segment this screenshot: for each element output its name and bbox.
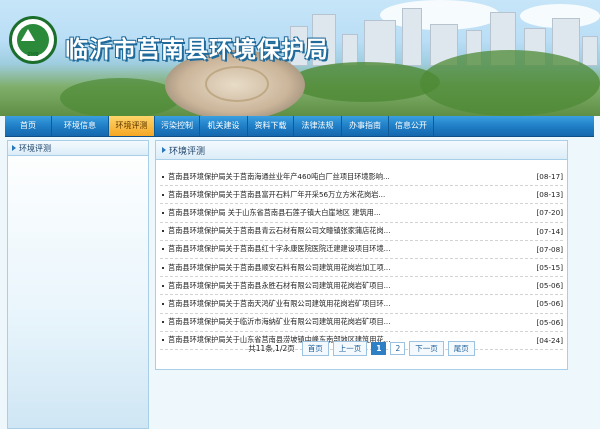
article-date: [05-15] [536, 263, 564, 273]
nav-item-service-guide[interactable]: 办事指南 [342, 116, 389, 136]
bullet-icon [162, 266, 164, 269]
plaza-fountain [205, 66, 269, 102]
bullet-icon [162, 175, 164, 178]
list-item[interactable]: 莒南县环境保护局关于莒南县顺安石料有限公司建筑用花岗岩加工项... [05-15] [160, 259, 564, 278]
arrow-right-icon [162, 147, 166, 153]
park-greenery [420, 50, 600, 116]
bullet-icon [162, 248, 164, 251]
prev-page-button[interactable]: 上一页 [332, 341, 368, 356]
arrow-right-icon [12, 145, 16, 151]
park-greenery [290, 62, 440, 102]
list-item[interactable]: 莒南县环境保护局关于临沂市海纳矿业有限公司建筑用花岗岩矿项目... [05-06] [160, 314, 563, 332]
bullet-icon [162, 321, 164, 324]
environment-bureau-logo: ZHB [9, 16, 57, 64]
sidebar-heading-label: 环境评测 [19, 143, 51, 153]
first-page-button[interactable]: 首页 [301, 341, 329, 356]
sidebar: 环境评测 [7, 140, 149, 429]
nav-item-pollution-control[interactable]: 污染控制 [155, 116, 200, 136]
bullet-icon [162, 230, 164, 233]
nav-item-info-disclosure[interactable]: 信息公开 [389, 116, 434, 136]
bullet-icon [162, 211, 164, 214]
sidebar-heading[interactable]: 环境评测 [8, 141, 148, 156]
article-title[interactable]: 莒南县环境保护局 关于山东省莒南县石莲子镇大白崖地区 建筑用... [168, 208, 533, 218]
article-date: [07-20] [536, 208, 564, 218]
article-title[interactable]: 莒南县环境保护局关于莒南县顺安石料有限公司建筑用花岗岩加工项... [168, 263, 533, 273]
list-item[interactable]: 莒南县环境保护局关于莒南海通丝业年产460吨白厂丝项目环境影响... [08-17… [160, 168, 564, 187]
article-title[interactable]: 莒南县环境保护局关于莒南海通丝业年产460吨白厂丝项目环境影响... [168, 172, 533, 182]
pagination-info: 共11条,1/2页 [248, 344, 295, 353]
article-date: [08-17] [536, 172, 564, 182]
park-greenery [60, 78, 180, 116]
panel-heading: 环境评测 [156, 141, 567, 160]
list-item[interactable]: 莒南县环境保护局关于莒南县红十字永康医院医院迁建建设项目环境... [07-08] [160, 241, 563, 259]
main-nav: 首页 环境信息 环境评测 污染控制 机关建设 资料下载 法律法规 办事指南 信息… [5, 116, 594, 137]
list-item[interactable]: 莒南县环境保护局关于莒南天鸿矿业有限公司建筑用花岗岩矿项目环... [05-06] [160, 295, 564, 314]
nav-item-environment-assessment[interactable]: 环境评测 [109, 116, 155, 136]
page-1-button[interactable]: 1 [371, 342, 387, 355]
panel-heading-label: 环境评测 [169, 146, 206, 157]
pagination: 共11条,1/2页 首页 上一页 1 2 下一页 尾页 [156, 341, 567, 356]
list-item[interactable]: 莒南县环境保护局 关于山东省莒南县石莲子镇大白崖地区 建筑用... [07-20] [160, 204, 564, 223]
nav-item-laws[interactable]: 法律法规 [294, 116, 342, 136]
nav-item-home[interactable]: 首页 [5, 116, 52, 136]
nav-item-agency-construction[interactable]: 机关建设 [200, 116, 248, 136]
list-item[interactable]: 莒南县环境保护局关于莒南县永胜石材有限公司建筑用花岗岩矿项目... [05-06] [160, 277, 564, 296]
article-date: [05-06] [536, 299, 564, 309]
nav-item-environment-info[interactable]: 环境信息 [52, 116, 109, 136]
list-item[interactable]: 莒南县环境保护局关于莒南县青云石材有限公司文疃镇张家蒲店花岗... [07-14] [160, 223, 563, 241]
article-date: [05-06] [536, 317, 564, 327]
page-2-button[interactable]: 2 [390, 342, 406, 355]
bullet-icon [162, 284, 164, 287]
article-date: [07-14] [536, 226, 564, 236]
list-item[interactable]: 莒南县环境保护局关于莒南县富开石料厂年开采56万立方米花岗岩... [08-13] [160, 186, 564, 205]
header-banner: ZHB 临沂市莒南县环境保护局 [0, 0, 600, 116]
article-list: 莒南县环境保护局关于莒南海通丝业年产460吨白厂丝项目环境影响... [08-17… [160, 168, 563, 350]
article-title[interactable]: 莒南县环境保护局关于莒南天鸿矿业有限公司建筑用花岗岩矿项目环... [168, 299, 533, 309]
bullet-icon [162, 302, 164, 305]
article-title[interactable]: 莒南县环境保护局关于莒南县永胜石材有限公司建筑用花岗岩矿项目... [168, 281, 533, 291]
article-date: [07-08] [536, 244, 564, 254]
article-date: [08-13] [536, 190, 564, 200]
article-date: [05-06] [536, 281, 564, 291]
bullet-icon [162, 193, 164, 196]
article-title[interactable]: 莒南县环境保护局关于莒南县青云石材有限公司文疃镇张家蒲店花岗... [168, 226, 533, 236]
next-page-button[interactable]: 下一页 [409, 341, 444, 356]
nav-item-downloads[interactable]: 资料下载 [248, 116, 294, 136]
article-title[interactable]: 莒南县环境保护局关于临沂市海纳矿业有限公司建筑用花岗岩矿项目... [168, 317, 533, 327]
article-title[interactable]: 莒南县环境保护局关于莒南县富开石料厂年开采56万立方米花岗岩... [168, 190, 533, 200]
article-title[interactable]: 莒南县环境保护局关于莒南县红十字永康医院医院迁建建设项目环境... [168, 244, 533, 254]
site-title: 临沂市莒南县环境保护局 [65, 37, 329, 63]
article-panel: 环境评测 莒南县环境保护局关于莒南海通丝业年产460吨白厂丝项目环境影响...[… [155, 140, 568, 370]
last-page-button[interactable]: 尾页 [447, 341, 475, 356]
